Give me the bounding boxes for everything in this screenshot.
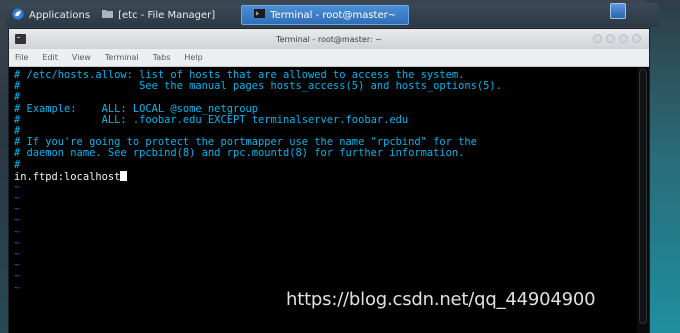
terminal-task-label: Terminal - root@master~ xyxy=(270,9,397,21)
empty-line-marker: ~ xyxy=(14,204,21,216)
file-line: # See the manual pages hosts_access(5) a… xyxy=(14,81,502,93)
terminal-window-icon xyxy=(15,34,26,44)
menu-button[interactable] xyxy=(593,34,602,43)
applications-menu[interactable]: Applications xyxy=(6,3,96,27)
window-titlebar[interactable]: Terminal - root@master: ~ xyxy=(9,29,649,49)
menu-edit[interactable]: Edit xyxy=(42,53,58,62)
watermark: https://blog.csdn.net/qq_44904900 xyxy=(286,289,596,310)
menu-view[interactable]: View xyxy=(72,53,91,62)
empty-line-marker: ~ xyxy=(14,271,21,283)
file-line: # ALL: .foobar.edu EXCEPT terminalserver… xyxy=(14,114,409,126)
file-line: # If you're going to protect the portmap… xyxy=(14,137,477,149)
text-cursor xyxy=(120,170,128,181)
file-line-edited: in.ftpd:localhost xyxy=(14,170,649,182)
file-line: # Example: ALL: LOCAL @some_netgroup xyxy=(14,103,258,115)
taskbar-terminal[interactable]: Terminal - root@master~ xyxy=(241,5,410,25)
applications-label: Applications xyxy=(29,9,91,21)
file-line: # xyxy=(14,92,21,104)
file-manager-task-label: [etc - File Manager] xyxy=(118,9,216,21)
empty-line-marker: ~ xyxy=(14,193,21,205)
menu-file[interactable]: File xyxy=(15,53,28,62)
scroll-thumb[interactable] xyxy=(639,69,647,324)
menu-terminal[interactable]: Terminal xyxy=(105,53,139,62)
scrollbar[interactable] xyxy=(637,67,649,333)
file-line: # xyxy=(14,125,21,137)
desktop-edge xyxy=(646,0,680,333)
close-button[interactable] xyxy=(632,34,641,43)
menubar: File Edit View Terminal Tabs Help xyxy=(9,49,649,67)
applications-icon xyxy=(12,8,24,23)
folder-icon xyxy=(102,9,114,21)
taskbar-file-manager[interactable]: [etc - File Manager] xyxy=(96,3,221,27)
edited-text: in.ftpd:localhost xyxy=(14,170,121,182)
empty-line-marker: ~ xyxy=(14,249,21,260)
terminal-window: Terminal - root@master: ~ File Edit View… xyxy=(8,28,650,333)
terminal-task-icon xyxy=(254,9,266,21)
file-line: # /etc/hosts.allow: list of hosts that a… xyxy=(14,70,465,81)
empty-line-marker: ~ xyxy=(14,226,21,238)
empty-line-marker: ~ xyxy=(14,181,21,193)
minimize-button[interactable] xyxy=(606,34,615,43)
menu-tabs[interactable]: Tabs xyxy=(153,53,171,62)
empty-line-marker: ~ xyxy=(14,237,21,249)
file-line: # daemon name. See rpcbind(8) and rpc.mo… xyxy=(14,148,465,160)
maximize-button[interactable] xyxy=(619,34,628,43)
tray-icon[interactable] xyxy=(610,3,626,19)
top-panel: Applications [etc - File Manager] Termin… xyxy=(6,3,658,27)
empty-line-marker: ~ xyxy=(14,260,21,272)
window-title: Terminal - root@master: ~ xyxy=(276,34,382,44)
empty-line-marker: ~ xyxy=(14,215,21,227)
menu-help[interactable]: Help xyxy=(184,53,202,62)
file-line: # xyxy=(14,159,21,171)
